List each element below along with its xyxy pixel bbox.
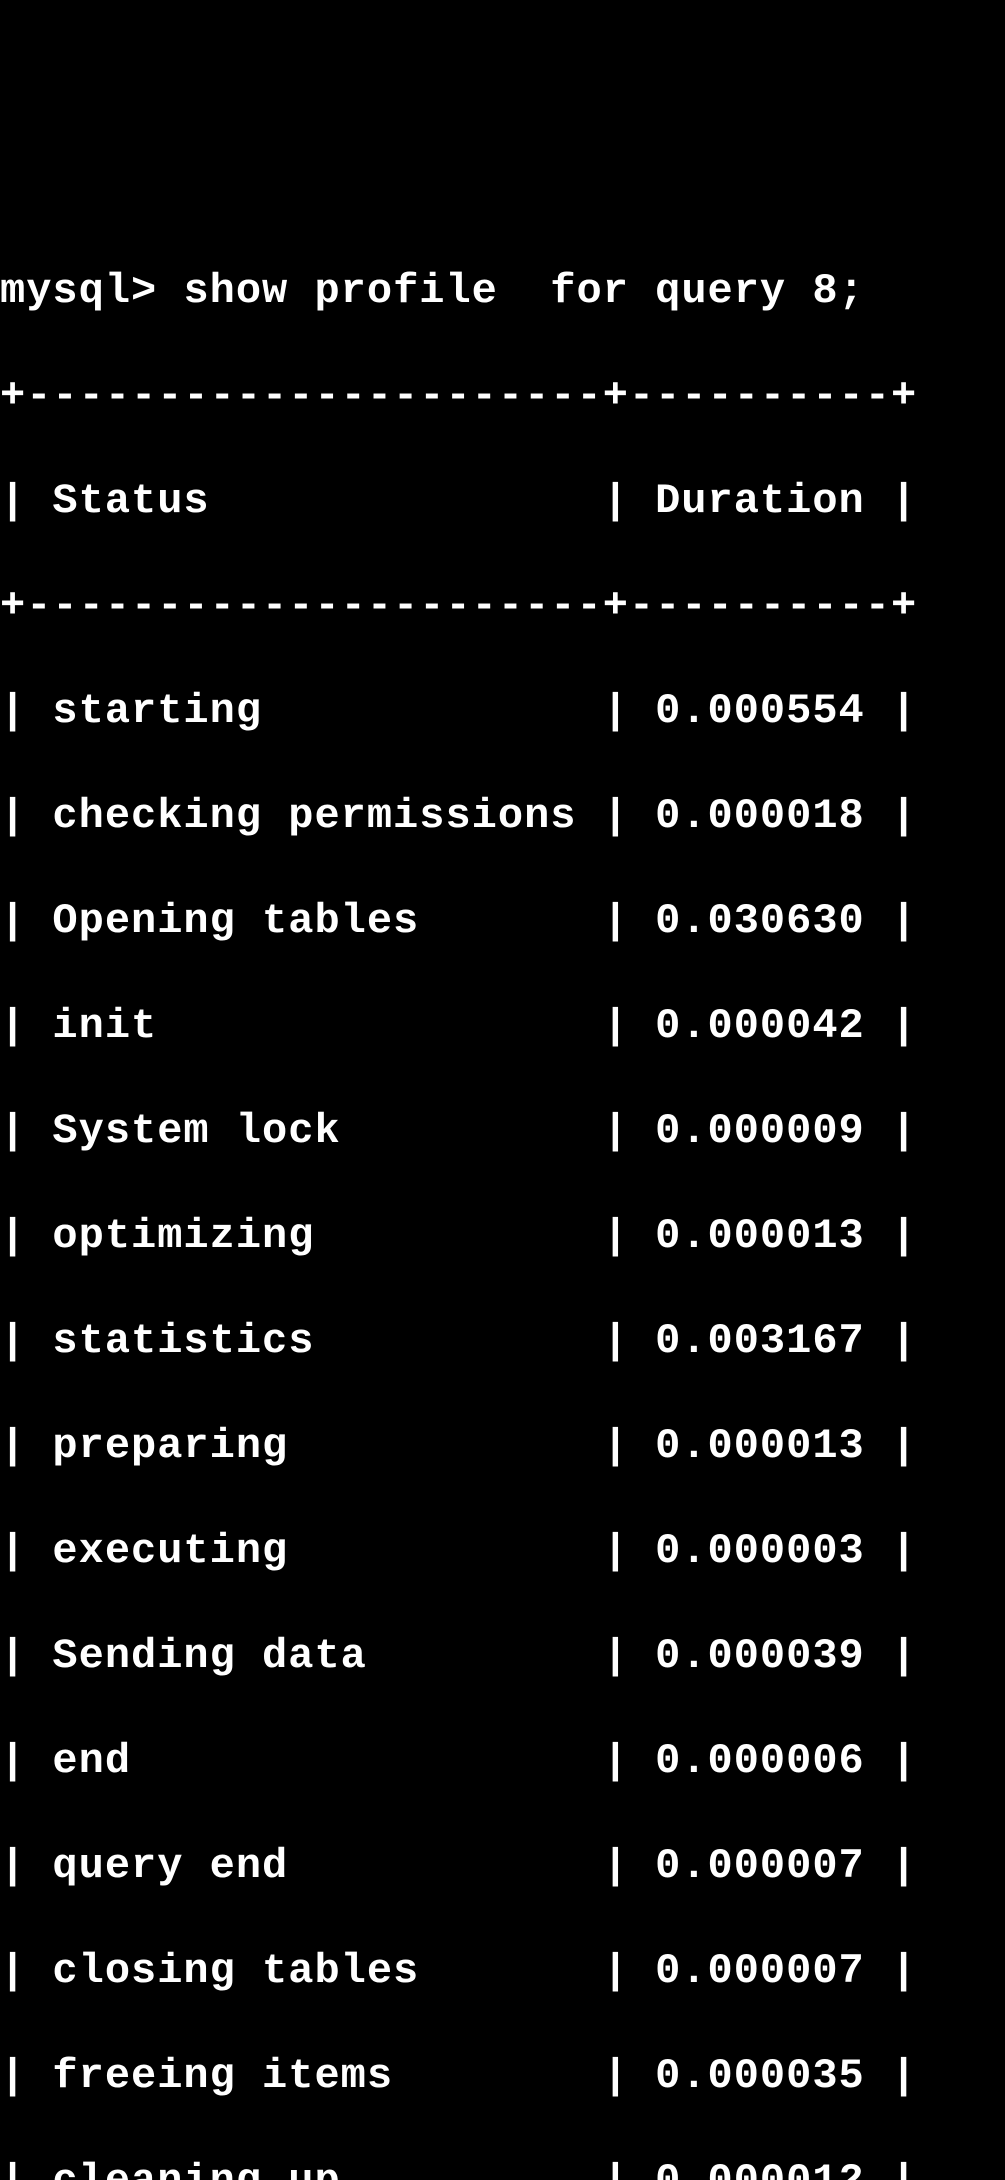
table-row: | starting | 0.000554 | — [0, 685, 1005, 738]
table-border-top: +----------------------+----------+ — [0, 370, 1005, 423]
command-line[interactable]: mysql> show profile for query 8; — [0, 265, 1005, 318]
table-row: | Sending data | 0.000039 | — [0, 1630, 1005, 1683]
table-row: | preparing | 0.000013 | — [0, 1420, 1005, 1473]
table-row: | init | 0.000042 | — [0, 1000, 1005, 1053]
table-row: | closing tables | 0.000007 | — [0, 1945, 1005, 1998]
table-row: | query end | 0.000007 | — [0, 1840, 1005, 1893]
table-row: | Opening tables | 0.030630 | — [0, 895, 1005, 948]
table-row: | end | 0.000006 | — [0, 1735, 1005, 1788]
table-header: | Status | Duration | — [0, 475, 1005, 528]
sql-command: show profile for query 8; — [183, 267, 864, 315]
table-border-mid: +----------------------+----------+ — [0, 580, 1005, 633]
table-row: | freeing items | 0.000035 | — [0, 2050, 1005, 2103]
mysql-terminal: mysql> show profile for query 8; +------… — [0, 210, 1005, 2180]
table-row: | executing | 0.000003 | — [0, 1525, 1005, 1578]
table-row: | cleaning up | 0.000012 | — [0, 2155, 1005, 2180]
table-row: | optimizing | 0.000013 | — [0, 1210, 1005, 1263]
table-row: | checking permissions | 0.000018 | — [0, 790, 1005, 843]
table-row: | System lock | 0.000009 | — [0, 1105, 1005, 1158]
mysql-prompt: mysql> — [0, 267, 183, 315]
table-row: | statistics | 0.003167 | — [0, 1315, 1005, 1368]
